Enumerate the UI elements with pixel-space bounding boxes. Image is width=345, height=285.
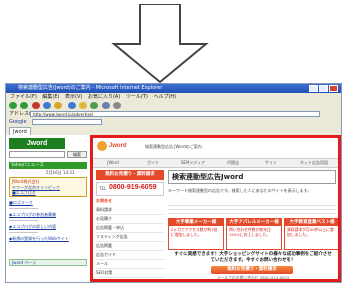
side-link[interactable]: 広告ガイド — [96, 251, 164, 260]
nav-item[interactable]: SEMメディア — [175, 159, 211, 167]
phone-label: TEL — [99, 186, 107, 191]
highlighted-page: Jword 検索連動型広告 JWordのご案内 JWord ガイド SEMメディ… — [90, 135, 341, 282]
cta-button[interactable]: 無料お見積り・資料請求 — [211, 266, 293, 274]
menu-tools[interactable]: ツール(T) — [126, 94, 148, 100]
title-bar: 検索連動型広告(Jword)のご案内 - Microsoft Internet … — [6, 84, 341, 93]
side-link[interactable]: 資料請求 — [96, 206, 164, 215]
forward-icon[interactable] — [20, 102, 28, 109]
case-title: 大手事業メーカー様 — [169, 219, 223, 226]
phone-box: TEL 0800-919-6059 — [96, 182, 164, 196]
notice-link[interactable]: ■エコブログ — [10, 190, 86, 195]
banner-title: 検索連動型広告Jword — [168, 170, 336, 184]
nav-item[interactable]: サイト — [253, 159, 289, 167]
menu-edit[interactable]: 編集(E) — [42, 94, 59, 100]
side-link[interactable]: リスティング広告 — [96, 233, 164, 242]
menu-favorites[interactable]: お気に入り(A) — [88, 94, 120, 100]
logo-mark-icon — [97, 141, 107, 151]
nav-item[interactable]: ネット広告用語 — [291, 159, 337, 167]
case-box: 大手事業メーカー様 2ヶ月でアクセス数が約3倍に増加しました。 — [168, 218, 224, 250]
left-link-list: ■ロゴマーク ──────────── ◆エコブログの参加者募集 ───────… — [9, 200, 87, 242]
stop-icon[interactable] — [32, 102, 40, 109]
side-link[interactable]: 広告掲載・申込 — [96, 224, 164, 233]
left-page: Jword 検索 Yahoo!ニュース 5月16日 14:31 JWord株式会… — [6, 135, 90, 282]
google-label: Google — [9, 119, 27, 125]
side-sub: お問合せ — [96, 198, 112, 203]
maximize-icon[interactable] — [319, 85, 328, 92]
favorites-icon[interactable] — [79, 102, 87, 109]
tab-jword[interactable]: Jword — [9, 127, 31, 135]
print-icon[interactable] — [113, 102, 121, 109]
phone-number: 0800-919-6059 — [109, 184, 157, 191]
notice-box: JWord株式会社 ヤフーが北京オリンピック ■エコブログ — [9, 177, 87, 197]
news-header: Yahoo!ニュース — [9, 162, 87, 169]
logo-text: Jword — [108, 143, 127, 149]
mail-icon[interactable] — [102, 102, 110, 109]
side-link[interactable]: お見積り — [96, 215, 164, 224]
menu-view[interactable]: 表示(V) — [65, 94, 82, 100]
menu-help[interactable]: ヘルプ(H) — [153, 94, 176, 100]
list-item[interactable]: ◆新規の登録を行ったWebサイト — [9, 236, 87, 242]
home-icon[interactable] — [54, 102, 62, 109]
case-body: 問い合わせ件数が前年比150%に向上しました。 — [229, 227, 271, 237]
nav-item[interactable]: JWord — [95, 159, 131, 167]
cta-text: すぐに実感できます！大手ショッピングサイトの様々な成功事例をご紹介させていただき… — [174, 252, 332, 263]
address-input[interactable]: http://www.jword.jp/advertise/ — [30, 111, 320, 117]
case-box: 大手教育産業ベスト様 資料請求が月40件以上に増加しました。 — [284, 218, 338, 250]
side-link[interactable]: SEO対策 — [96, 269, 164, 278]
case-box: 大手アパレルメーカー様 問い合わせ件数が前年比150%に向上しました。 — [226, 218, 282, 250]
back-icon[interactable] — [9, 102, 17, 109]
window-title: 検索連動型広告(Jword)のご案内 - Microsoft Internet … — [18, 85, 163, 91]
side-link[interactable]: 広告掲載 — [96, 242, 164, 251]
address-bar: アドレス(D) http://www.jword.jp/advertise/ — [6, 110, 341, 118]
notice-title: JWord株式会社 — [12, 179, 40, 184]
case-title: 大手教育産業ベスト様 — [285, 219, 338, 226]
nav-item[interactable]: ガイド — [135, 159, 171, 167]
site-nav: JWord ガイド SEMメディア 代理店 サイト ネット広告用語 — [93, 158, 338, 168]
case-body: 資料請求が月40件以上に増加しました。 — [287, 227, 334, 237]
side-banner[interactable]: 無料お見積り・資料請求 — [96, 170, 164, 180]
history-icon[interactable] — [90, 102, 98, 109]
left-search-input[interactable] — [9, 151, 65, 158]
case-title: 大手アパレルメーカー様 — [227, 219, 281, 226]
nav-item[interactable]: 代理店 — [215, 159, 251, 167]
left-search-button[interactable]: 検索 — [67, 151, 87, 158]
intro-text: キーワード検索連動型の広告です。検索した人にあなたのサイトを表示します。 — [168, 188, 312, 193]
browser-window: 検索連動型広告(Jword)のご案内 - Microsoft Internet … — [5, 83, 342, 283]
search-icon[interactable] — [68, 102, 76, 109]
site-logo[interactable]: Jword — [97, 141, 137, 153]
refresh-icon[interactable] — [43, 102, 51, 109]
footer-link[interactable]: Jword ページ — [9, 259, 87, 266]
intro-lines — [168, 202, 336, 214]
tab-bar: Jword — [6, 127, 341, 135]
minimize-icon[interactable] — [309, 85, 318, 92]
menu-bar: ファイル(F) 編集(E) 表示(V) お気に入り(A) ツール(T) ヘルプ(… — [6, 93, 341, 101]
site-tagline: 検索連動型広告 JWordのご案内 — [145, 144, 202, 149]
jword-logo: Jword — [9, 138, 65, 149]
case-body: 2ヶ月でアクセス数が約3倍に増加しました。 — [171, 227, 218, 237]
news-date: 5月16日 14:31 — [46, 170, 75, 175]
google-search-input[interactable] — [32, 119, 102, 125]
side-link[interactable]: メール — [96, 260, 164, 269]
close-icon[interactable] — [329, 85, 338, 92]
down-arrow-icon — [111, 4, 209, 84]
menu-file[interactable]: ファイル(F) — [10, 94, 37, 100]
site-footer: メールでのお問い合わせ 0800-919-6059 — [216, 275, 290, 280]
